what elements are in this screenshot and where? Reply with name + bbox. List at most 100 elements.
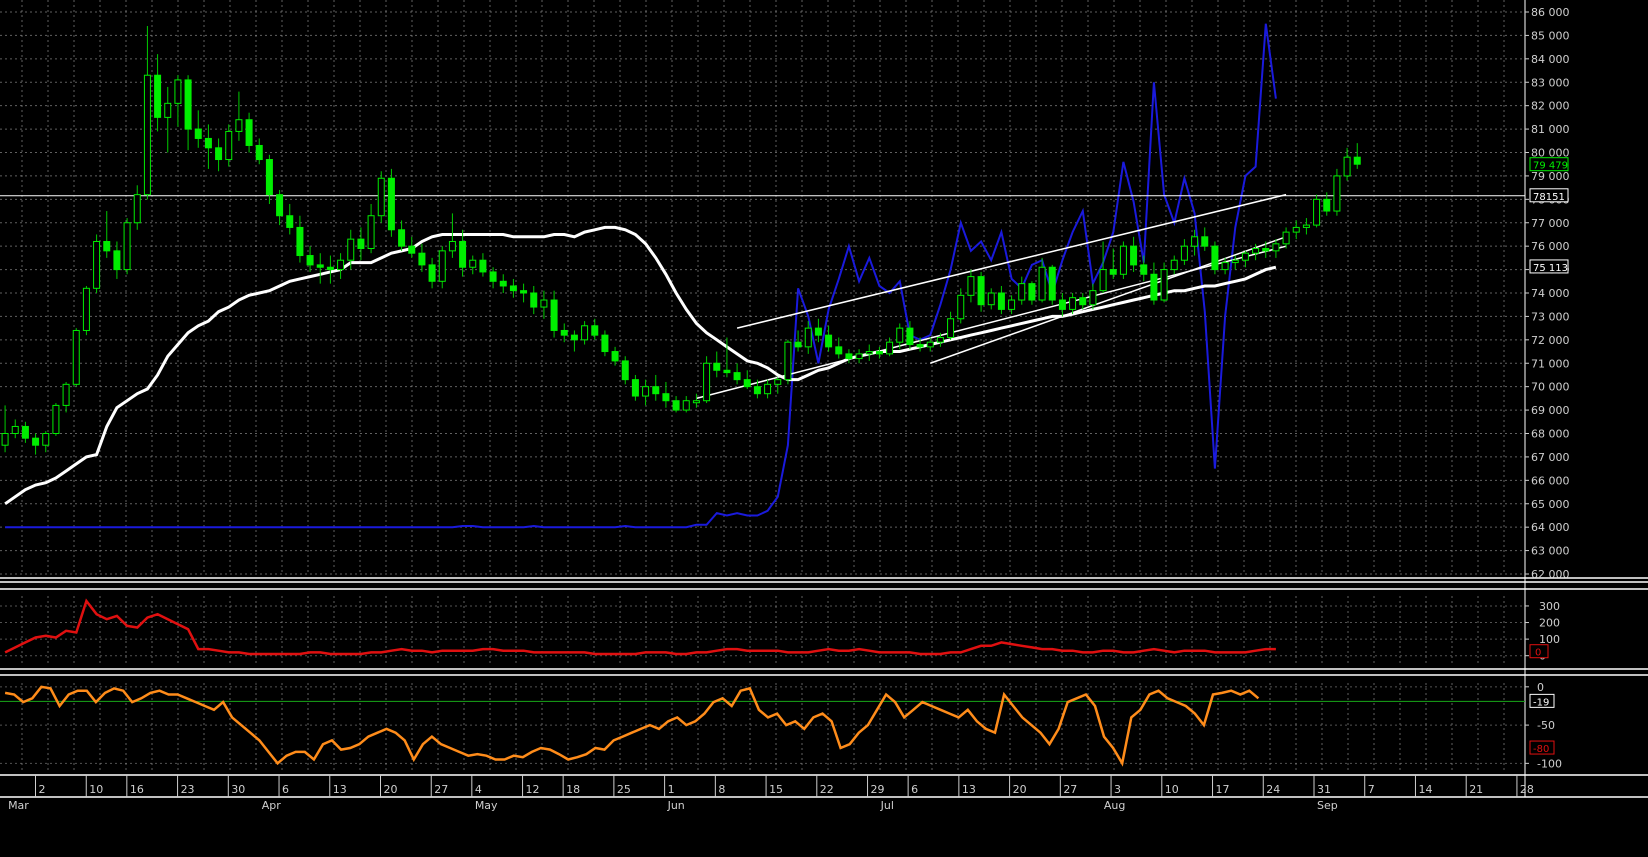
candle-body xyxy=(1292,226,1300,233)
candle-body xyxy=(743,379,751,388)
candle xyxy=(52,403,60,436)
date-day-label: 10 xyxy=(89,783,103,796)
candle-body xyxy=(753,386,761,395)
candle-body xyxy=(123,222,131,271)
candle-body xyxy=(265,159,273,196)
candle-body xyxy=(926,341,934,348)
candle-body xyxy=(1211,245,1219,271)
y-tick-label: 69 000 xyxy=(1531,404,1570,417)
y-tick-label: 65 000 xyxy=(1531,498,1570,511)
candle-body xyxy=(621,360,629,381)
candle-body xyxy=(713,362,721,371)
candle-body xyxy=(774,379,782,385)
candle-body xyxy=(1028,283,1036,301)
candle-body xyxy=(82,287,90,331)
date-day-label: 25 xyxy=(617,783,631,796)
y-tick-label: 82 000 xyxy=(1531,100,1570,113)
candle xyxy=(82,285,90,336)
candle-body xyxy=(194,128,202,139)
candle-body xyxy=(916,344,924,348)
y-tick-label: 81 000 xyxy=(1531,123,1570,136)
candle xyxy=(784,339,792,385)
stock-chart: 62 00063 00064 00065 00066 00067 00068 0… xyxy=(0,0,1648,857)
candle-body xyxy=(591,325,599,336)
candle-body xyxy=(1099,269,1107,292)
candle-body xyxy=(662,393,670,402)
candle-body xyxy=(72,329,80,385)
y-tick-label: 62 000 xyxy=(1531,568,1570,581)
candle-body xyxy=(1069,297,1077,310)
date-day-label: 24 xyxy=(1266,783,1280,796)
price-tag: 75 113 xyxy=(1529,259,1569,274)
candle-body xyxy=(438,250,446,282)
date-day-label: 6 xyxy=(911,783,918,796)
candle-body xyxy=(499,280,507,287)
candle-body xyxy=(611,351,619,362)
date-day-label: 10 xyxy=(1165,783,1179,796)
candle-body xyxy=(631,379,639,397)
price-tag-label: 78151 xyxy=(1533,192,1565,203)
candle-body xyxy=(601,334,609,353)
candle-body xyxy=(784,341,792,381)
candle-body xyxy=(814,327,822,336)
candle-body xyxy=(408,245,416,254)
candle-body xyxy=(1160,269,1168,301)
candle-body xyxy=(469,259,477,268)
y-tick-label: 300 xyxy=(1539,600,1560,613)
date-month-label: Apr xyxy=(262,799,282,812)
candle xyxy=(72,328,80,387)
price-tag-label: 79 479 xyxy=(1533,161,1568,172)
date-day-label: 15 xyxy=(769,783,783,796)
candle-body xyxy=(133,194,141,224)
date-day-label: 27 xyxy=(434,783,448,796)
candle-body xyxy=(764,383,772,395)
candle-body xyxy=(1313,198,1321,226)
candle-body xyxy=(1241,252,1249,261)
candle-body xyxy=(32,437,40,446)
candle xyxy=(123,218,131,275)
candle-body xyxy=(560,329,568,336)
candle-body xyxy=(1048,266,1056,301)
date-day-label: 13 xyxy=(333,783,347,796)
candle-body xyxy=(52,404,60,434)
candle-body xyxy=(906,327,914,346)
candle xyxy=(621,356,629,385)
candle-body xyxy=(997,292,1005,310)
date-day-label: 28 xyxy=(1520,783,1534,796)
candle-body xyxy=(174,79,182,104)
candle-body xyxy=(42,433,50,446)
candle xyxy=(93,234,101,293)
candle-body xyxy=(93,240,101,289)
candle-body xyxy=(550,299,558,331)
candle-body xyxy=(184,79,192,130)
date-day-label: 13 xyxy=(962,783,976,796)
y-tick-label: 76 000 xyxy=(1531,240,1570,253)
candle-body xyxy=(682,400,690,411)
y-tick-label: 200 xyxy=(1539,617,1560,630)
y-tick-label: 68 000 xyxy=(1531,428,1570,441)
y-tick-label: 77 000 xyxy=(1531,217,1570,230)
candle xyxy=(377,171,385,223)
candle-body xyxy=(1282,231,1290,245)
candle-body xyxy=(1119,245,1127,275)
candle-body xyxy=(733,372,741,381)
candle-body xyxy=(21,425,29,439)
date-day-label: 29 xyxy=(871,783,885,796)
date-day-label: 18 xyxy=(566,783,580,796)
candle-body xyxy=(1333,175,1341,212)
candle-body xyxy=(703,362,711,402)
candle-body xyxy=(418,252,426,266)
y-tick-label: 70 000 xyxy=(1531,381,1570,394)
candle-body xyxy=(1201,236,1209,247)
candle-body xyxy=(570,334,578,341)
date-day-label: 1 xyxy=(668,783,675,796)
candle-body xyxy=(977,276,985,306)
candle-body xyxy=(387,177,395,231)
candle-body xyxy=(428,264,436,282)
candle-body xyxy=(692,400,700,404)
candle-body xyxy=(276,194,284,217)
candle-body xyxy=(1130,245,1138,266)
candle-body xyxy=(215,147,223,161)
candle-body xyxy=(357,238,365,250)
candle xyxy=(1119,241,1127,279)
